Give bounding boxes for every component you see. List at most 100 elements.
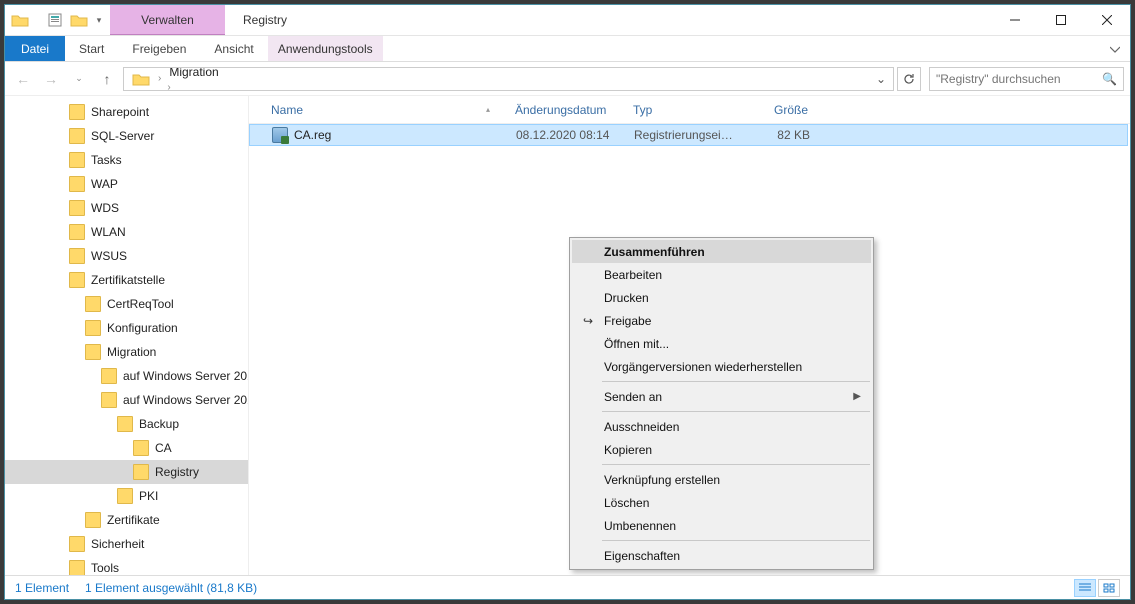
tree-node-label: CertReqTool xyxy=(107,297,174,311)
search-box[interactable]: 🔍 xyxy=(929,67,1124,91)
tab-share[interactable]: Freigeben xyxy=(118,36,200,61)
menu-send-to[interactable]: Senden an▶ xyxy=(572,385,871,408)
tree-node[interactable]: Registry xyxy=(5,460,248,484)
tree-node-label: Zertifikatstelle xyxy=(91,273,165,287)
menu-open-with[interactable]: Öffnen mit... xyxy=(572,332,871,355)
menu-delete[interactable]: Löschen xyxy=(572,491,871,514)
breadcrumb-item[interactable]: Migration xyxy=(164,67,311,79)
tree-node[interactable]: Backup xyxy=(5,412,248,436)
column-name[interactable]: Name▴ xyxy=(263,103,507,117)
close-button[interactable] xyxy=(1084,5,1130,35)
tree-node-label: auf Windows Server 2016 xyxy=(123,369,249,383)
tree-pane[interactable]: Sharepoint SQL-Server Tasks WAP WDS WLAN WSUS Z… xyxy=(5,96,249,575)
address-bar[interactable]: › AdminArea›Services›Zertifikatstelle›Mi… xyxy=(123,67,894,91)
tree-node-label: SQL-Server xyxy=(91,129,154,143)
menu-share[interactable]: ↪Freigabe xyxy=(572,309,871,332)
tree-node-label: WLAN xyxy=(91,225,126,239)
tree-node[interactable]: auf Windows Server 2016 xyxy=(5,364,248,388)
new-folder-icon[interactable] xyxy=(68,9,90,31)
tree-node[interactable]: Sicherheit xyxy=(5,532,248,556)
tree-node[interactable]: CA xyxy=(5,436,248,460)
folder-icon xyxy=(69,176,85,192)
qat-dropdown-icon[interactable]: ▾ xyxy=(92,9,106,31)
tab-home[interactable]: Start xyxy=(65,36,118,61)
menu-rename[interactable]: Umbenennen xyxy=(572,514,871,537)
properties-icon[interactable] xyxy=(44,9,66,31)
folder-icon xyxy=(69,200,85,216)
tree-node[interactable]: WSUS xyxy=(5,244,248,268)
menu-shortcut[interactable]: Verknüpfung erstellen xyxy=(572,468,871,491)
tree-node[interactable]: auf Windows Server 2019 xyxy=(5,388,248,412)
menu-copy[interactable]: Kopieren xyxy=(572,438,871,461)
address-dropdown-icon[interactable]: ⌄ xyxy=(872,72,890,86)
folder-icon xyxy=(85,320,101,336)
large-icons-view-button[interactable] xyxy=(1098,579,1120,597)
folder-icon xyxy=(69,128,85,144)
file-row[interactable]: CA.reg 08.12.2020 08:14 Registrierungsei… xyxy=(249,124,1128,146)
menu-merge[interactable]: Zusammenführen xyxy=(572,240,871,263)
tree-node[interactable]: WLAN xyxy=(5,220,248,244)
nav-bar: ← → ⌄ ↑ › AdminArea›Services›Zertifikats… xyxy=(5,62,1130,96)
menu-separator xyxy=(602,411,870,412)
column-size[interactable]: Größe xyxy=(745,103,817,117)
window-title: Registry xyxy=(225,5,992,35)
reg-file-icon xyxy=(272,127,288,143)
chevron-right-icon[interactable]: › xyxy=(155,73,164,84)
explorer-body: Sharepoint SQL-Server Tasks WAP WDS WLAN WSUS Z… xyxy=(5,96,1130,575)
up-button[interactable]: ↑ xyxy=(95,67,119,91)
folder-icon[interactable] xyxy=(9,9,31,31)
tree-node-label: Migration xyxy=(107,345,156,359)
tree-node-label: CA xyxy=(155,441,172,455)
file-date: 08.12.2020 08:14 xyxy=(508,128,626,142)
forward-button[interactable]: → xyxy=(39,67,63,91)
tree-node-label: Konfiguration xyxy=(107,321,178,335)
list-pane: Name▴ Änderungsdatum Typ Größe CA.reg 08… xyxy=(249,96,1130,575)
tab-view[interactable]: Ansicht xyxy=(200,36,267,61)
menu-properties[interactable]: Eigenschaften xyxy=(572,544,871,567)
refresh-button[interactable] xyxy=(897,67,921,91)
menu-edit[interactable]: Bearbeiten xyxy=(572,263,871,286)
ribbon-expand-icon[interactable] xyxy=(1100,36,1130,61)
column-type[interactable]: Typ xyxy=(625,103,745,117)
tree-node-label: WSUS xyxy=(91,249,127,263)
tree-node[interactable]: Sharepoint xyxy=(5,100,248,124)
tree-node[interactable]: WDS xyxy=(5,196,248,220)
tree-node[interactable]: SQL-Server xyxy=(5,124,248,148)
file-size: 82 KB xyxy=(746,128,818,142)
folder-icon xyxy=(69,272,85,288)
sort-asc-icon: ▴ xyxy=(486,105,490,114)
view-switcher xyxy=(1074,579,1120,597)
folder-icon xyxy=(133,464,149,480)
menu-separator xyxy=(602,381,870,382)
search-icon[interactable]: 🔍 xyxy=(1102,72,1117,86)
chevron-right-icon[interactable]: › xyxy=(164,82,173,91)
tree-node[interactable]: Tasks xyxy=(5,148,248,172)
quick-access-toolbar: ▾ xyxy=(5,5,110,35)
tree-node[interactable]: Tools xyxy=(5,556,248,575)
tree-node[interactable]: Zertifikatstelle xyxy=(5,268,248,292)
minimize-button[interactable] xyxy=(992,5,1038,35)
tab-file[interactable]: Datei xyxy=(5,36,65,61)
menu-restore-versions[interactable]: Vorgängerversionen wiederherstellen xyxy=(572,355,871,378)
tree-node-label: Tools xyxy=(91,561,119,575)
menu-separator xyxy=(602,464,870,465)
tab-app-tools[interactable]: Anwendungstools xyxy=(268,36,383,61)
ribbon-tabs: Datei Start Freigeben Ansicht Anwendungs… xyxy=(5,36,1130,62)
tree-node[interactable]: WAP xyxy=(5,172,248,196)
column-date[interactable]: Änderungsdatum xyxy=(507,103,625,117)
menu-cut[interactable]: Ausschneiden xyxy=(572,415,871,438)
tree-node-label: WAP xyxy=(91,177,118,191)
search-input[interactable] xyxy=(936,72,1102,86)
recent-dropdown-icon[interactable]: ⌄ xyxy=(67,67,91,91)
chevron-right-icon: ▶ xyxy=(853,391,861,402)
status-selected: 1 Element ausgewählt (81,8 KB) xyxy=(85,581,257,595)
tree-node[interactable]: Zertifikate xyxy=(5,508,248,532)
details-view-button[interactable] xyxy=(1074,579,1096,597)
menu-print[interactable]: Drucken xyxy=(572,286,871,309)
back-button[interactable]: ← xyxy=(11,67,35,91)
maximize-button[interactable] xyxy=(1038,5,1084,35)
tree-node[interactable]: PKI xyxy=(5,484,248,508)
tree-node[interactable]: Migration xyxy=(5,340,248,364)
tree-node[interactable]: Konfiguration xyxy=(5,316,248,340)
tree-node[interactable]: CertReqTool xyxy=(5,292,248,316)
